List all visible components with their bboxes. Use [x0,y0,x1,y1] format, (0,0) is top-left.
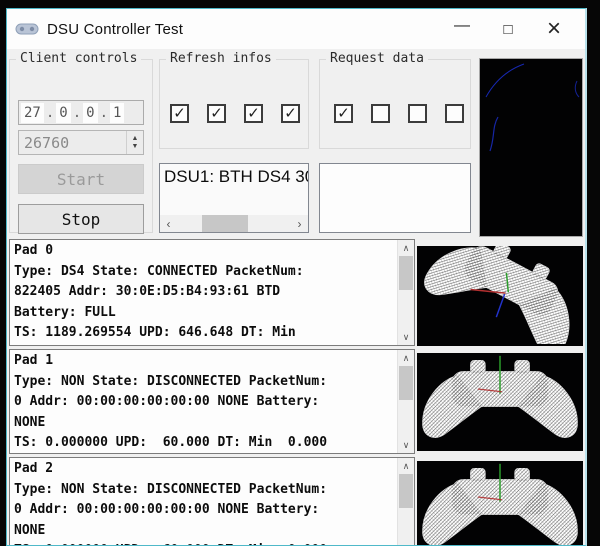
ip-dot: . [45,104,55,121]
scroll-up-icon[interactable]: ∧ [398,458,414,474]
refresh-infos-group: Refresh infos ✓ ✓ ✓ ✓ [159,51,309,149]
port-spinner[interactable]: ▲ ▼ [126,131,143,154]
minimize-icon[interactable]: — [439,9,485,49]
refresh-infos-label: Refresh infos [166,51,276,66]
request-data-group: Request data ✓ [319,51,471,149]
pad1-info-text: Pad 1 Type: NON State: DISCONNECTED Pack… [14,353,328,450]
title-bar: DSU Controller Test — □ × [7,9,585,49]
pad2-controller-wireframe [422,463,578,545]
request-data-label: Request data [326,51,428,66]
pad2-info-textbox[interactable]: Pad 2 Type: NON State: DISCONNECTED Pack… [9,457,415,545]
scroll-up-icon[interactable]: ∧ [398,350,414,366]
app-window: DSU Controller Test — □ × Client control… [6,8,587,546]
spinner-up-icon[interactable]: ▲ [132,135,139,143]
start-button[interactable]: Start [18,164,144,194]
scroll-down-icon[interactable]: ∨ [398,437,414,453]
motion-viewport [479,58,583,237]
pad2-render-viewport [417,461,583,545]
ip-dot: . [99,104,109,121]
port-value: 26760 [24,133,70,152]
request-checkbox-1[interactable] [371,104,390,123]
vscroll-thumb[interactable] [399,474,413,508]
vscroll-thumb[interactable] [399,366,413,400]
server-list-item[interactable]: DSU1: BTH DS4 30 [160,164,308,187]
spinner-down-icon[interactable]: ▼ [132,143,139,151]
motion-trace-graphic [485,63,580,152]
ip-segment: 1 [110,102,125,123]
pad0-controller-wireframe [419,246,583,346]
gamepad-icon [15,23,39,35]
ip-dot: . [72,104,82,121]
request-checkbox-2[interactable] [408,104,427,123]
pad2-info-text: Pad 2 Type: NON State: DISCONNECTED Pack… [14,461,328,545]
scroll-right-icon[interactable]: › [291,217,308,231]
stop-button[interactable]: Stop [18,204,144,234]
pad1-render-viewport [417,353,583,451]
window-title: DSU Controller Test [47,20,184,38]
refresh-checkbox-3[interactable]: ✓ [281,104,300,123]
close-icon[interactable]: × [531,9,577,49]
scroll-down-icon[interactable]: ∨ [398,329,414,345]
client-controls-label: Client controls [16,51,142,66]
scroll-up-icon[interactable]: ∧ [398,240,414,256]
main-content: Client controls 27. 0. 0. 1 26760 ▲ ▼ Start… [7,49,585,545]
client-controls-group: Client controls 27. 0. 0. 1 26760 ▲ ▼ Start… [9,51,153,234]
pad0-info-textbox[interactable]: Pad 0 Type: DS4 State: CONNECTED PacketN… [9,239,415,346]
request-checkbox-0[interactable]: ✓ [334,104,353,123]
server-list-hscrollbar[interactable]: ‹ › [160,215,308,232]
vscroll-thumb[interactable] [399,256,413,290]
refresh-checkbox-0[interactable]: ✓ [170,104,189,123]
pad1-vscrollbar[interactable]: ∧ ∨ [397,350,414,453]
refresh-infos-checkboxes: ✓ ✓ ✓ ✓ [170,104,300,123]
ip-segment: 0 [83,102,98,123]
pad2-vscrollbar[interactable]: ∧ ∨ [397,458,414,545]
pad0-vscrollbar[interactable]: ∧ ∨ [397,240,414,345]
pad1-info-textbox[interactable]: Pad 1 Type: NON State: DISCONNECTED Pack… [9,349,415,454]
server-listbox[interactable]: DSU1: BTH DS4 30 ‹ › [159,163,309,233]
hscroll-track[interactable] [177,215,291,232]
ip-segment: 0 [56,102,71,123]
request-data-checkboxes: ✓ [334,104,464,123]
pad0-render-viewport [417,246,583,346]
pad1-controller-wireframe [422,355,578,438]
scroll-left-icon[interactable]: ‹ [160,217,177,231]
ip-segment: 27 [21,102,44,123]
ip-address-input[interactable]: 27. 0. 0. 1 [18,100,144,125]
pad0-info-text: Pad 0 Type: DS4 State: CONNECTED PacketN… [14,243,304,340]
refresh-checkbox-1[interactable]: ✓ [207,104,226,123]
hscroll-thumb[interactable] [202,215,248,232]
port-input[interactable]: 26760 ▲ ▼ [18,130,144,155]
maximize-icon[interactable]: □ [485,9,531,49]
request-data-listbox[interactable] [319,163,471,233]
request-checkbox-3[interactable] [445,104,464,123]
refresh-checkbox-2[interactable]: ✓ [244,104,263,123]
